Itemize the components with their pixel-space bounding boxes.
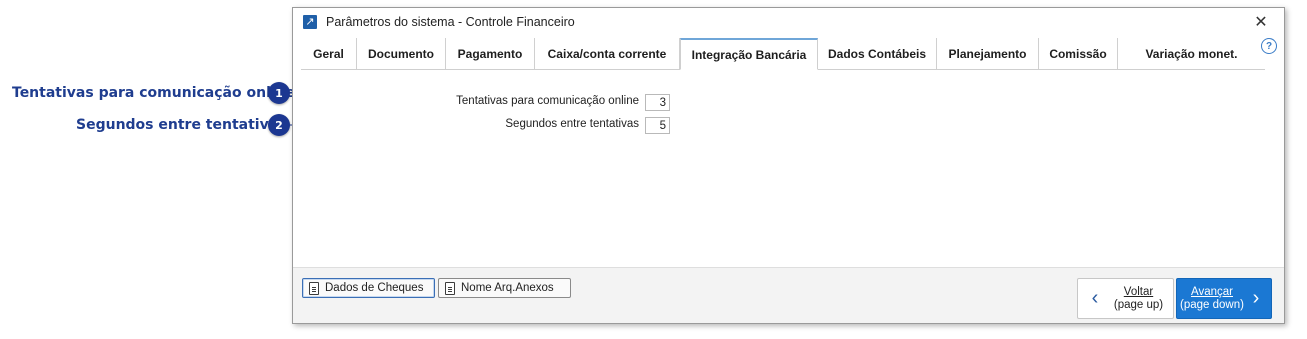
parameters-window: ↗ Parâmetros do sistema - Controle Finan…: [292, 7, 1285, 324]
tab-integracao-bancaria[interactable]: Integração Bancária: [680, 38, 818, 70]
callout-label-2: Segundos entre tentativas: [76, 117, 287, 133]
tab-planejamento[interactable]: Planejamento: [937, 38, 1039, 69]
voltar-label: Voltar: [1123, 285, 1154, 298]
avancar-button[interactable]: Avançar (page down) ›: [1176, 278, 1272, 319]
chevron-left-icon: ‹: [1091, 287, 1099, 309]
close-icon: ✕: [1254, 14, 1268, 31]
tab-documento[interactable]: Documento: [357, 38, 446, 69]
nome-arq-anexos-button[interactable]: Nome Arq.Anexos: [438, 278, 571, 298]
nome-arq-anexos-label: Nome Arq.Anexos: [461, 282, 554, 294]
close-button[interactable]: ✕: [1238, 8, 1284, 36]
voltar-button[interactable]: ‹ Voltar (page up): [1077, 278, 1174, 319]
dados-de-cheques-button[interactable]: Dados de Cheques: [302, 278, 435, 298]
tentativas-input[interactable]: 3: [645, 94, 670, 111]
callout-label-1: Tentativas para comunicação online: [12, 85, 296, 101]
avancar-hint: (page down): [1180, 298, 1244, 311]
segundos-label: Segundos entre tentativas: [505, 118, 639, 130]
document-icon: [445, 281, 455, 295]
dados-de-cheques-label: Dados de Cheques: [325, 282, 424, 294]
app-arrow-icon: ↗: [303, 15, 317, 29]
tab-geral[interactable]: Geral: [301, 38, 357, 69]
segundos-input[interactable]: 5: [645, 117, 670, 134]
tab-variacao-monet[interactable]: Variação monet.: [1118, 38, 1265, 69]
voltar-hint: (page up): [1113, 298, 1164, 311]
tab-caixa-conta-corrente[interactable]: Caixa/conta corrente: [535, 38, 680, 69]
tab-pagamento[interactable]: Pagamento: [446, 38, 535, 69]
tab-bar: Geral Documento Pagamento Caixa/conta co…: [301, 38, 1265, 70]
callout-badge-1: 1: [268, 82, 290, 104]
callout-badge-2: 2: [268, 114, 290, 136]
avancar-label: Avançar: [1191, 285, 1233, 298]
title-bar[interactable]: ↗ Parâmetros do sistema - Controle Finan…: [293, 8, 1284, 36]
tentativas-label: Tentativas para comunicação online: [456, 95, 639, 107]
avancar-text: Avançar (page down): [1177, 286, 1247, 312]
help-icon[interactable]: ?: [1261, 38, 1277, 54]
tab-dados-contabeis[interactable]: Dados Contábeis: [818, 38, 937, 69]
tab-comissao[interactable]: Comissão: [1039, 38, 1118, 69]
window-title: Parâmetros do sistema - Controle Finance…: [326, 15, 575, 29]
document-icon: [309, 281, 319, 295]
chevron-right-icon: ›: [1252, 287, 1260, 309]
voltar-text: Voltar (page up): [1104, 286, 1173, 312]
